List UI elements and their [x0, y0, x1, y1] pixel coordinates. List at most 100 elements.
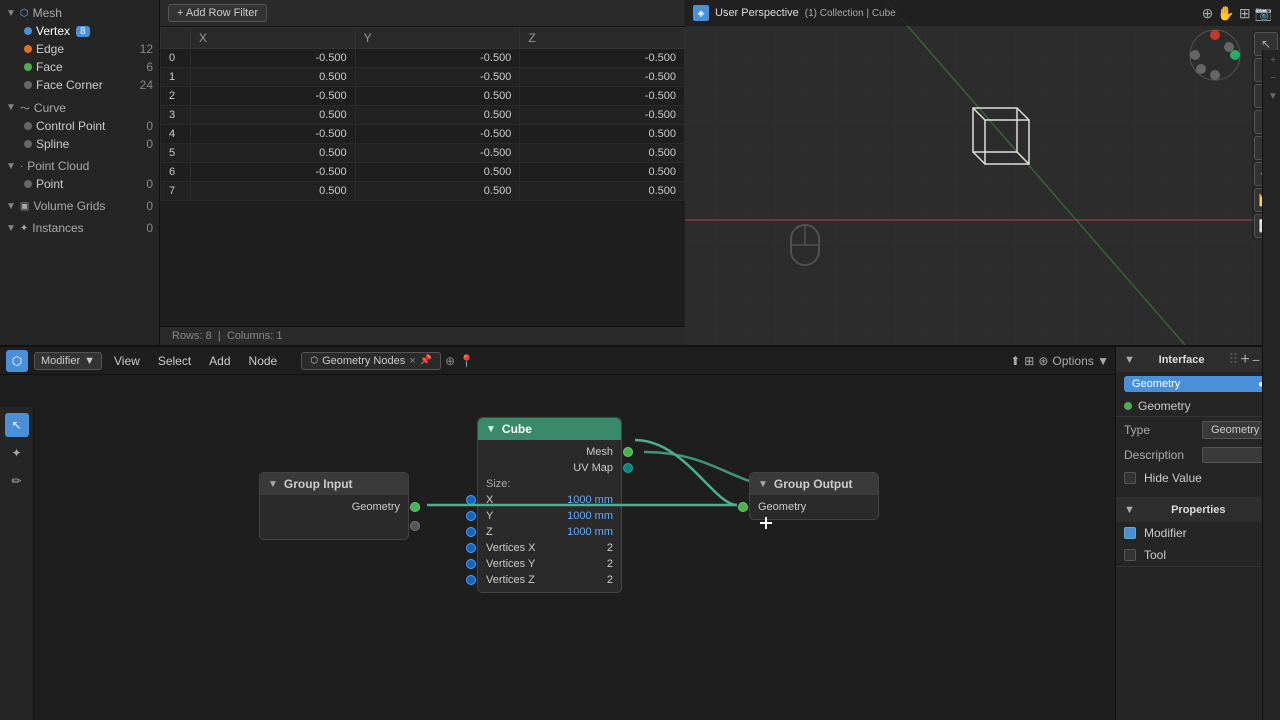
ne-tool2[interactable]: ⊞ — [1024, 354, 1034, 368]
tab-pin-icon[interactable]: 📌 — [420, 355, 432, 366]
row-index: 2 — [161, 87, 191, 106]
point-item[interactable]: Point 0 — [0, 175, 159, 193]
cell-x: -0.500 — [191, 49, 356, 68]
cell-x: -0.500 — [191, 163, 356, 182]
sidebar-expand-btn[interactable]: ▼ — [1265, 88, 1280, 104]
col-y-header[interactable]: Y — [355, 28, 520, 49]
properties-sub-header[interactable]: ▼ Properties ⠿ — [1116, 497, 1280, 522]
group-input-node[interactable]: ▼ Group Input Geometry — [259, 472, 409, 540]
viewport-move-icon[interactable]: ✋ — [1217, 5, 1234, 22]
cube-x-socket[interactable] — [466, 495, 476, 505]
node-editor-mode-bar: ⬡ Modifier ▼ View Select Add Node ⬡ Geom… — [0, 347, 1115, 375]
viewport-zoom-in-icon[interactable]: ⊕ — [1202, 5, 1214, 22]
col-z-header[interactable]: Z — [520, 28, 685, 49]
properties-sub-section: ▼ Properties ⠿ Modifier Tool — [1116, 497, 1280, 567]
control-point-item[interactable]: Control Point 0 — [0, 117, 159, 135]
viewport-mode-icon[interactable]: ◈ — [693, 5, 709, 21]
viewport-panel: ◈ User Perspective (1) Collection | Cube… — [685, 0, 1280, 345]
row-index: 6 — [161, 163, 191, 182]
add-tab-icon[interactable]: ⊕ — [445, 354, 455, 368]
modifier-checkbox[interactable] — [1124, 527, 1136, 539]
point-cloud-section[interactable]: ▼ · Point Cloud — [0, 157, 159, 175]
cube-uvmap-row: UV Map — [478, 460, 621, 476]
spline-item[interactable]: Spline 0 — [0, 135, 159, 153]
group-output-geometry-row: Geometry — [750, 499, 878, 515]
group-input-add-socket[interactable] — [410, 521, 420, 531]
tool-checkbox[interactable] — [1124, 549, 1136, 561]
cell-y: 0.500 — [355, 106, 520, 125]
cell-z: 0.500 — [520, 163, 685, 182]
grip-icon: ⠿ — [1228, 351, 1238, 368]
face-corner-item[interactable]: Face Corner 24 — [0, 76, 159, 94]
cube-mesh-socket[interactable] — [623, 447, 633, 457]
face-corner-label: Face Corner — [36, 78, 103, 92]
ne-tool3[interactable]: ⊛ — [1038, 354, 1048, 368]
cube-uvmap-socket[interactable] — [623, 463, 633, 473]
cube-vx-socket[interactable] — [466, 543, 476, 553]
curve-section[interactable]: ▼ 〜 Curve — [0, 98, 159, 117]
viewport-background[interactable]: ◈ User Perspective (1) Collection | Cube… — [685, 0, 1280, 345]
table-row: 0 -0.500 -0.500 -0.500 — [161, 49, 685, 68]
cube-node[interactable]: ▼ Cube Mesh UV Map Size: — [477, 417, 622, 593]
spline-label: Spline — [36, 137, 69, 151]
volume-grids-section[interactable]: ▼ ▣ Volume Grids 0 — [0, 197, 159, 215]
cell-z: 0.500 — [520, 144, 685, 163]
cube-vy-socket[interactable] — [466, 559, 476, 569]
volume-grids-label: Volume Grids — [33, 199, 105, 213]
pin-icon[interactable]: 📍 — [459, 354, 474, 368]
ne-tool1[interactable]: ⬆ — [1010, 354, 1020, 368]
cell-z: -0.500 — [520, 49, 685, 68]
row-index: 0 — [161, 49, 191, 68]
mesh-label: Mesh — [33, 6, 62, 20]
interface-label: Interface — [1159, 354, 1205, 366]
sidebar-minus-btn[interactable]: − — [1265, 70, 1280, 86]
hide-value-checkbox[interactable] — [1124, 472, 1136, 484]
add-menu[interactable]: Add — [203, 352, 236, 370]
interface-section-header[interactable]: ▼ Interface ⠿ + − ▼ — [1116, 347, 1280, 372]
viewport-right-header: ⊕ ✋ ⊞ 📷 — [1202, 5, 1272, 22]
cell-x: -0.500 — [191, 87, 356, 106]
cell-y: -0.500 — [355, 68, 520, 87]
view-menu[interactable]: View — [108, 352, 146, 370]
edge-item[interactable]: Edge 12 — [0, 40, 159, 58]
viewport-collection-label: (1) Collection | Cube — [805, 8, 896, 19]
tool-row: Tool — [1116, 544, 1280, 566]
remove-interface-btn[interactable]: − — [1252, 351, 1260, 368]
table-row: 3 0.500 0.500 -0.500 — [161, 106, 685, 125]
sidebar-add-btn[interactable]: + — [1265, 52, 1280, 68]
node-canvas[interactable]: ▼ Group Input Geometry ▼ Cube — [34, 407, 1115, 720]
add-interface-btn[interactable]: + — [1241, 351, 1250, 368]
group-input-node-body: Geometry — [260, 495, 408, 539]
cube-z-socket[interactable] — [466, 527, 476, 537]
instances-section[interactable]: ▼ ✦ Instances 0 — [0, 219, 159, 237]
options-button[interactable]: Options ▼ — [1052, 354, 1109, 368]
node-menu[interactable]: Node — [243, 352, 284, 370]
modifier-label: Modifier — [1144, 526, 1187, 540]
viewport-camera-icon[interactable]: 📷 — [1255, 5, 1272, 22]
cube-vz-socket[interactable] — [466, 575, 476, 585]
group-input-geometry-row: Geometry — [260, 499, 408, 515]
viewport-settings-icon[interactable]: ⊞ — [1239, 5, 1251, 22]
group-output-geometry-socket[interactable] — [738, 502, 748, 512]
ne-annotate-tool[interactable]: ✏ — [5, 469, 29, 493]
geometry-nodes-tab[interactable]: ⬡ Geometry Nodes × 📌 — [301, 352, 441, 370]
cell-x: 0.500 — [191, 182, 356, 201]
col-x-header[interactable]: X — [191, 28, 356, 49]
modifier-dropdown[interactable]: Modifier ▼ — [34, 352, 102, 370]
tab-close-icon[interactable]: × — [409, 355, 415, 367]
node-editor-icon[interactable]: ⬡ — [6, 350, 28, 372]
ne-select-tool[interactable]: ↖ — [5, 413, 29, 437]
table-row: 4 -0.500 -0.500 0.500 — [161, 125, 685, 144]
add-row-filter-button[interactable]: + Add Row Filter — [168, 4, 267, 22]
geometry-badge[interactable]: Geometry ● — [1124, 376, 1272, 392]
vertex-icon — [24, 27, 32, 35]
ne-transform-tool[interactable]: ✦ — [5, 441, 29, 465]
cube-y-socket[interactable] — [466, 511, 476, 521]
columns-label: Columns: 1 — [227, 330, 283, 342]
mesh-section[interactable]: ▼ ⬡ Mesh — [0, 4, 159, 22]
group-output-node[interactable]: ▼ Group Output Geometry — [749, 472, 879, 520]
select-menu[interactable]: Select — [152, 352, 197, 370]
vertex-item[interactable]: Vertex 8 — [0, 22, 159, 40]
group-input-geometry-socket[interactable] — [410, 502, 420, 512]
face-item[interactable]: Face 6 — [0, 58, 159, 76]
